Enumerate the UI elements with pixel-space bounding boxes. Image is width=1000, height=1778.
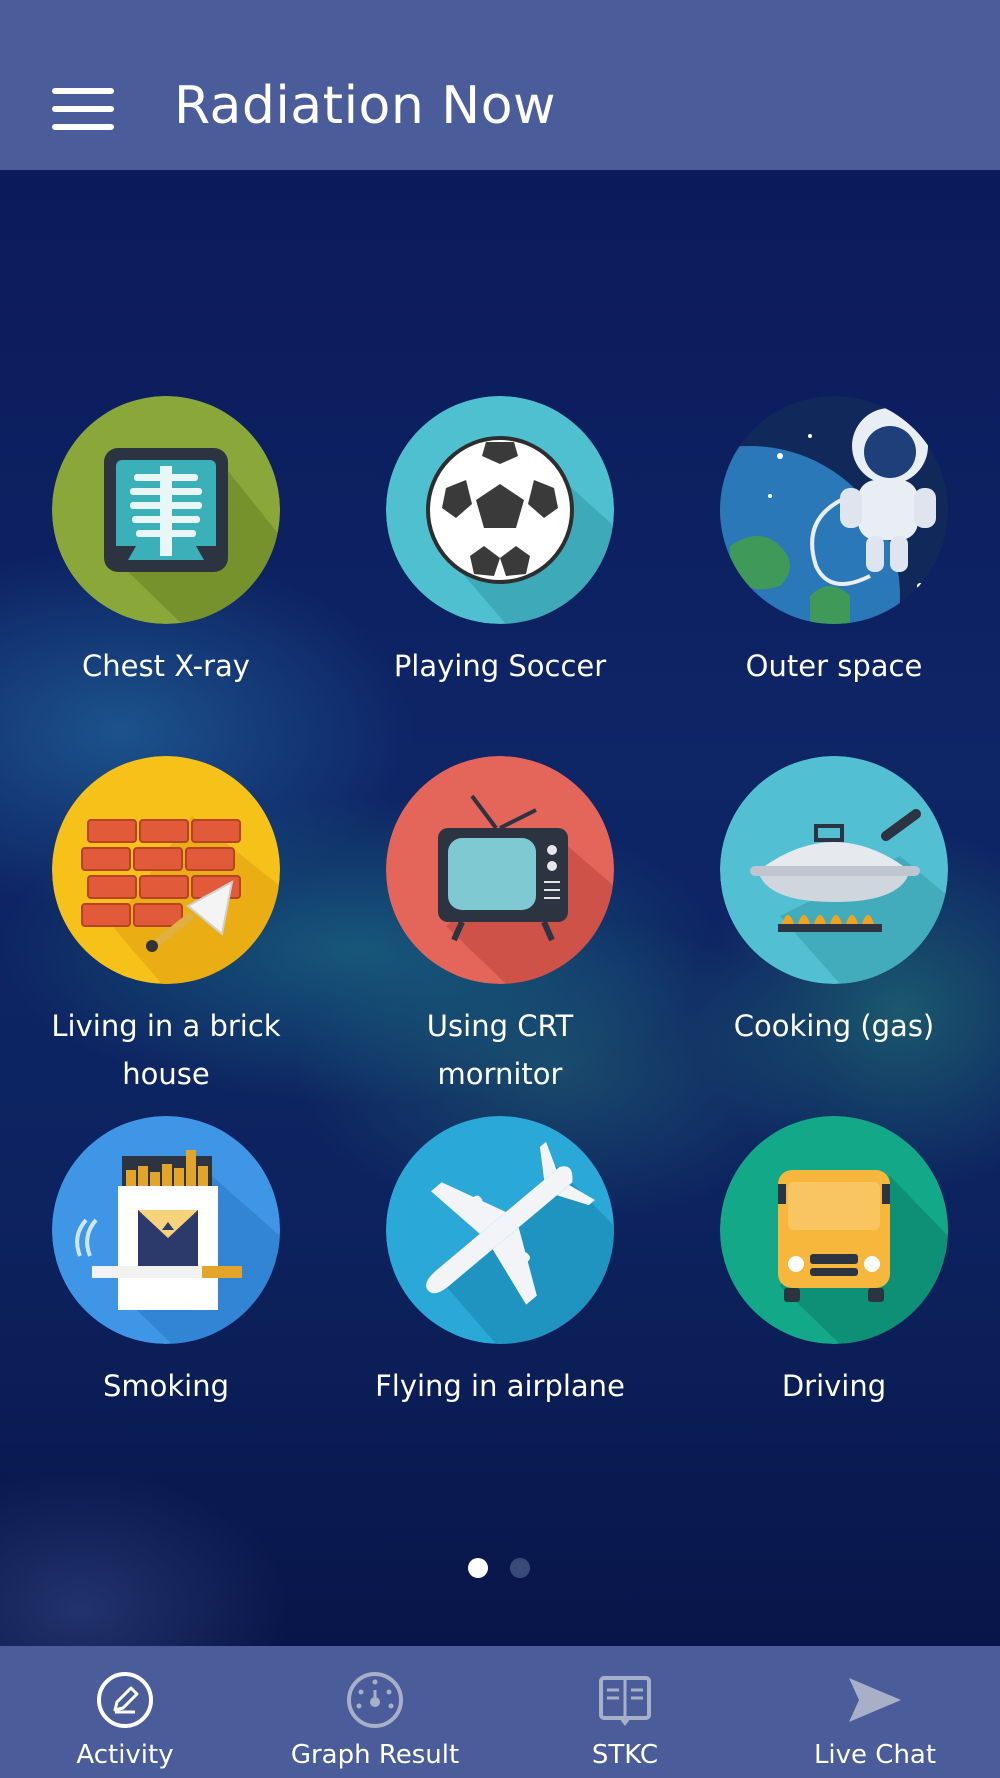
page-indicator — [468, 1558, 530, 1578]
tab-graph-result[interactable]: Graph Result — [250, 1646, 500, 1778]
bus-icon — [720, 1116, 948, 1344]
page-dot-1[interactable] — [468, 1558, 488, 1578]
tile-playing-soccer[interactable]: Playing Soccer — [350, 396, 650, 690]
tab-label: STKC — [591, 1740, 659, 1770]
activity-grid: Chest X-ray Playing Soccer Outer space L… — [0, 170, 1000, 1646]
tile-label: Living in a brick house — [51, 1009, 281, 1091]
tile-label: Smoking — [102, 1369, 230, 1403]
app-title: Radiation Now — [174, 76, 557, 136]
soccer-ball-icon — [386, 396, 614, 624]
crt-tv-icon — [386, 756, 614, 984]
tile-crt-monitor[interactable]: Using CRT mornitor — [350, 756, 650, 1098]
tile-outer-space[interactable]: Outer space — [684, 396, 984, 690]
send-arrow-icon — [849, 1678, 901, 1722]
tile-label: Using CRT mornitor — [426, 1009, 574, 1091]
chest-xray-icon — [52, 396, 280, 624]
tab-stkc[interactable]: STKC — [500, 1646, 750, 1778]
tab-live-chat[interactable]: Live Chat — [750, 1646, 1000, 1778]
astronaut-icon — [720, 396, 948, 624]
tile-cooking-gas[interactable]: Cooking (gas) — [684, 756, 984, 1050]
bottom-tab-bar: Activity Graph Result STKC Live Chat — [0, 1646, 1000, 1778]
tile-label: Outer space — [745, 649, 923, 683]
tile-chest-xray[interactable]: Chest X-ray — [16, 396, 316, 690]
tile-label: Cooking (gas) — [733, 1009, 935, 1043]
app-header: Radiation Now — [0, 0, 1000, 170]
tab-label: Activity — [76, 1740, 174, 1770]
tile-label: Flying in airplane — [375, 1369, 625, 1403]
brick-wall-icon — [52, 756, 280, 984]
page-dot-2[interactable] — [510, 1558, 530, 1578]
tile-flying-airplane[interactable]: Flying in airplane — [350, 1116, 650, 1410]
tile-label: Chest X-ray — [82, 649, 250, 683]
airplane-icon — [386, 1116, 614, 1344]
book-icon — [599, 1676, 651, 1726]
gauge-icon — [347, 1672, 403, 1728]
tile-label: Playing Soccer — [393, 649, 607, 683]
tab-label: Live Chat — [813, 1740, 937, 1770]
frying-pan-gas-icon — [720, 756, 948, 984]
tile-brick-house[interactable]: Living in a brick house — [16, 756, 316, 1098]
cigarette-pack-icon — [52, 1116, 280, 1344]
tile-driving[interactable]: Driving — [684, 1116, 984, 1410]
tile-smoking[interactable]: Smoking — [16, 1116, 316, 1410]
tile-label: Driving — [781, 1369, 887, 1403]
tab-activity[interactable]: Activity — [0, 1646, 250, 1778]
tab-label: Graph Result — [290, 1740, 460, 1770]
hamburger-menu-icon[interactable] — [52, 88, 114, 130]
pencil-circle-icon — [97, 1672, 153, 1728]
